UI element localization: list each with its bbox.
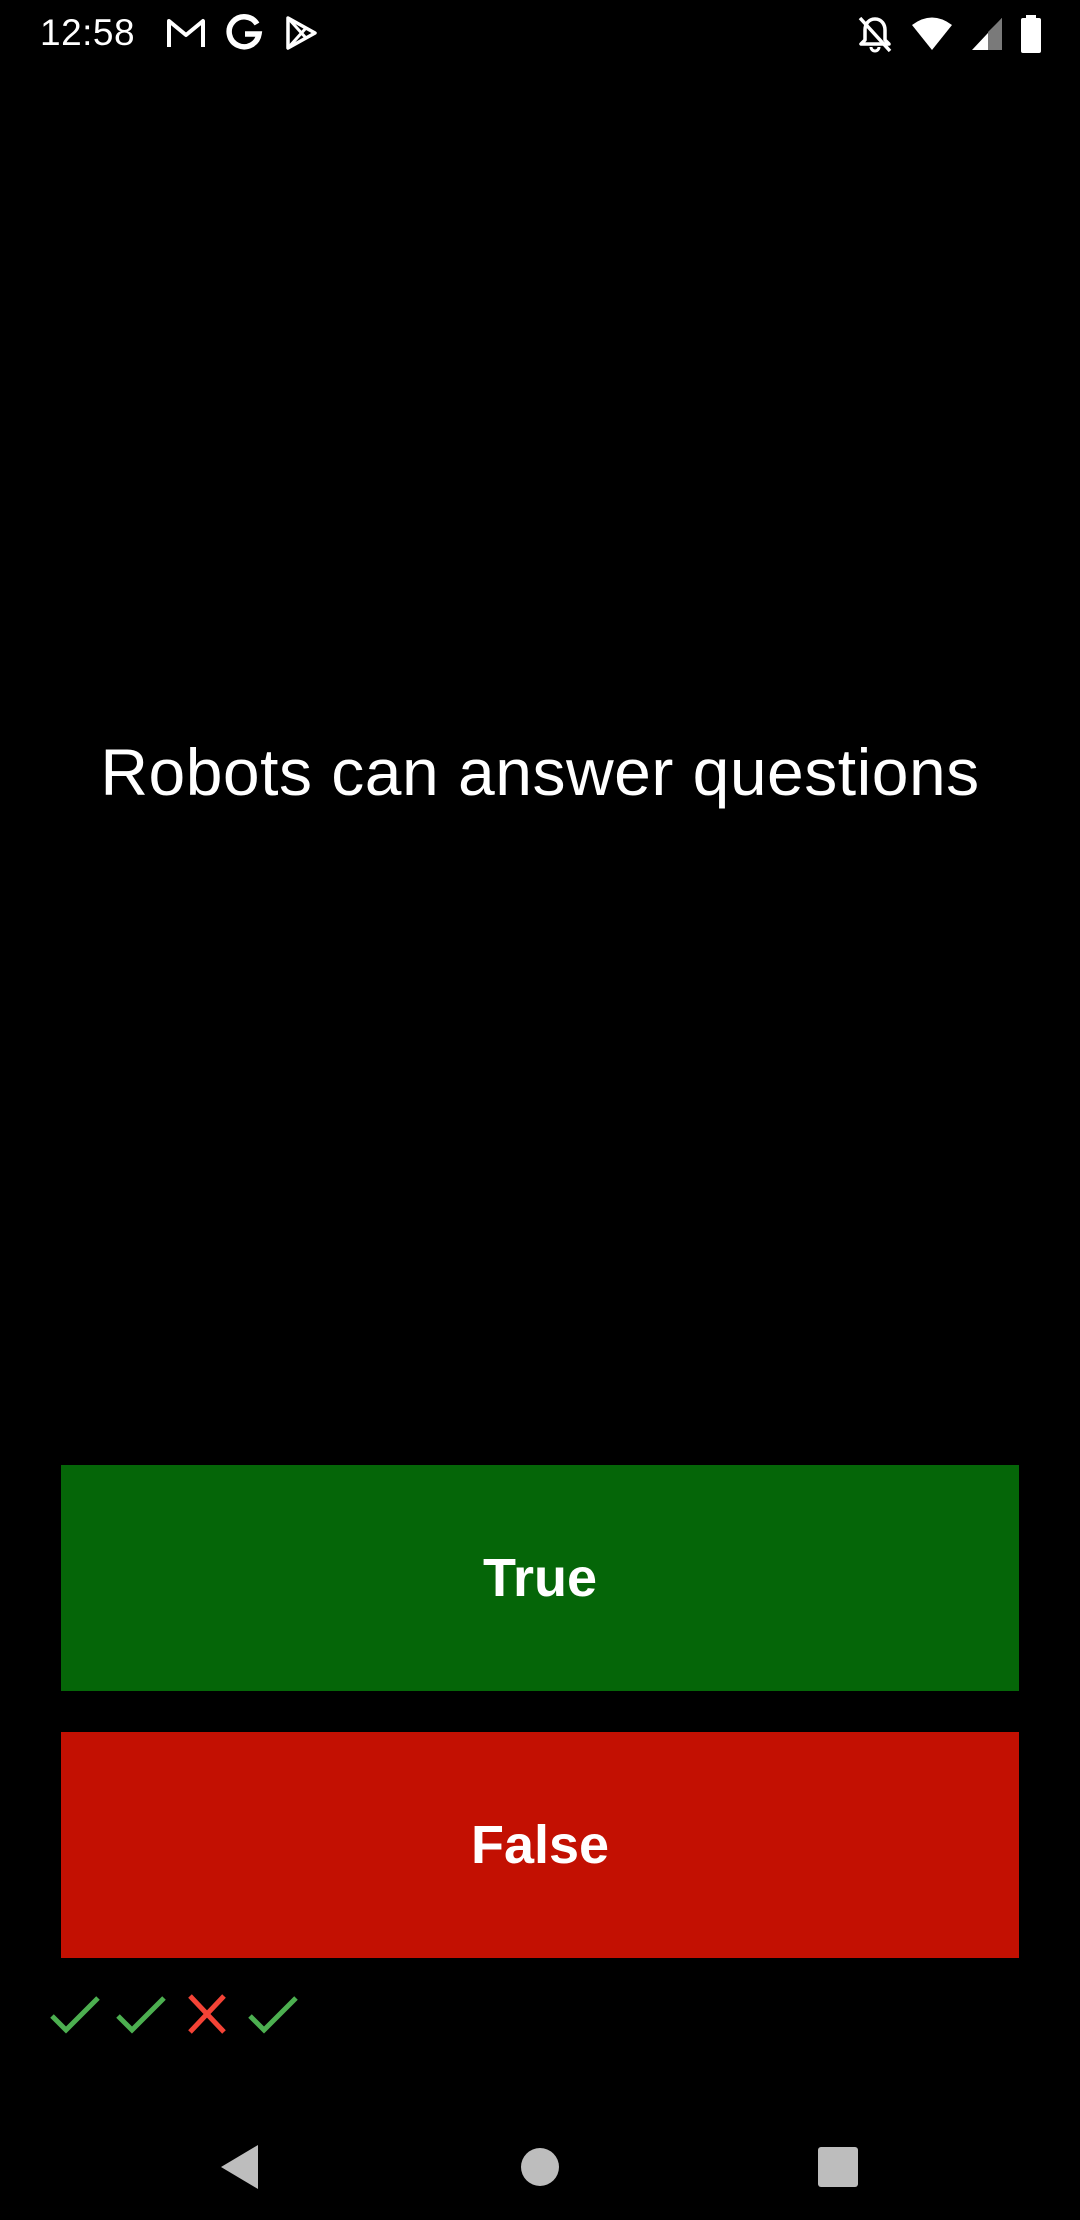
home-button[interactable] <box>505 2132 575 2202</box>
close-icon <box>178 1990 236 2040</box>
battery-icon <box>1021 15 1041 53</box>
wifi-icon <box>912 17 952 50</box>
true-button[interactable]: True <box>61 1465 1019 1691</box>
google-icon <box>226 14 263 50</box>
true-button-label: True <box>482 1548 598 1608</box>
screen: 12:58 Robots can answer questions True F… <box>0 0 1080 2220</box>
status-bar: 12:58 <box>0 0 1080 66</box>
score-keeper <box>46 1990 302 2040</box>
status-right-icons <box>856 14 1042 54</box>
false-button[interactable]: False <box>61 1732 1019 1958</box>
check-icon <box>46 1990 104 2040</box>
back-button[interactable] <box>205 2132 275 2202</box>
navigation-bar <box>0 2110 1080 2220</box>
check-icon <box>244 1990 302 2040</box>
question-text: Robots can answer questions <box>100 735 980 809</box>
recents-icon <box>818 2147 858 2187</box>
notifications-off-icon <box>858 16 892 53</box>
play-store-icon <box>286 16 317 50</box>
gmail-icon <box>167 19 205 47</box>
status-left-icons <box>165 14 319 52</box>
cell-signal-icon <box>972 18 1002 50</box>
false-button-label: False <box>470 1815 610 1875</box>
status-time: 12:58 <box>40 12 136 53</box>
check-icon <box>112 1990 170 2040</box>
back-icon <box>221 2145 258 2189</box>
home-icon <box>521 2148 559 2186</box>
recents-button[interactable] <box>803 2132 873 2202</box>
